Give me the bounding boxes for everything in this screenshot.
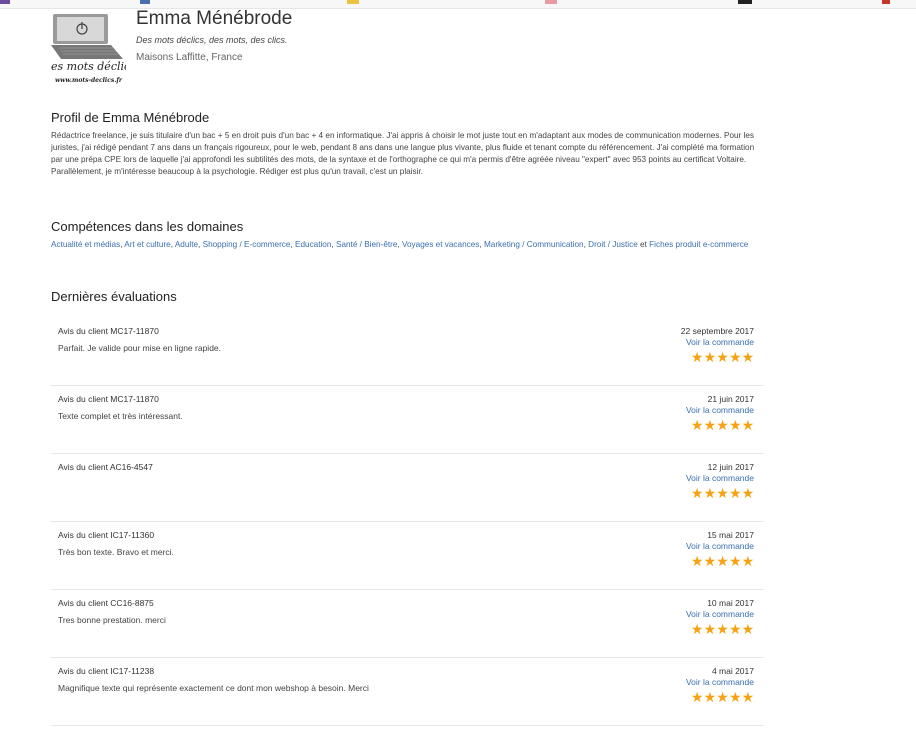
profile-page: es mots déclic www.mots-declics.fr Emma … [51, 8, 764, 726]
star-icon: ★ [703, 553, 717, 569]
review-item: Avis du client IC17-11360 Très bon texte.… [51, 522, 764, 590]
profile-location: Maisons Laffitte, France [136, 52, 243, 63]
star-icon: ★ [690, 417, 704, 433]
skill-link[interactable]: Santé / Bien-être [336, 240, 397, 249]
star-icon: ★ [741, 417, 755, 433]
review-text: Texte complet et très intéressant. [58, 411, 183, 421]
profile-logo[interactable]: es mots déclic www.mots-declics.fr [51, 11, 126, 86]
review-date: 12 juin 2017 [707, 462, 754, 472]
skill-link[interactable]: Adulte [175, 240, 198, 249]
star-icon: ★ [741, 349, 755, 365]
star-icon: ★ [728, 621, 742, 637]
review-date: 10 mai 2017 [707, 598, 754, 608]
star-icon: ★ [728, 417, 742, 433]
review-meta: 12 juin 2017 Voir la commande ★★★★★ [634, 462, 754, 500]
review-item: Avis du client MC17-11870 Texte complet e… [51, 386, 764, 454]
review-meta: 22 septembre 2017 Voir la commande ★★★★★ [634, 326, 754, 364]
profile-tagline: Des mots déclics, des mots, des clics. [136, 35, 288, 45]
review-client: Avis du client AC16-4547 [58, 462, 153, 472]
star-icon: ★ [716, 485, 729, 501]
view-order-link[interactable]: Voir la commande [634, 609, 754, 620]
star-icon: ★ [716, 689, 729, 705]
reviews-list: Avis du client MC17-11870 Parfait. Je val… [51, 318, 764, 726]
review-item: Avis du client AC16-4547 12 juin 2017 Voir… [51, 454, 764, 522]
skill-link[interactable]: Fiches produit e-commerce [649, 240, 748, 249]
view-order-link[interactable]: Voir la commande [634, 541, 754, 552]
skill-link[interactable]: Art et culture [124, 240, 170, 249]
rating-stars: ★★★★★ [634, 486, 754, 500]
skill-link[interactable]: Actualité et médias [51, 240, 120, 249]
rating-stars: ★★★★★ [634, 690, 754, 704]
review-client: Avis du client IC17-11238 [58, 666, 155, 676]
profile-header: es mots déclic www.mots-declics.fr Emma … [51, 8, 764, 90]
review-text: Tres bonne prestation. merci [58, 615, 166, 625]
skill-link[interactable]: Education [295, 240, 331, 249]
section-title-profile: Profil de Emma Ménébrode [51, 110, 210, 125]
star-icon: ★ [728, 553, 742, 569]
logo-image [51, 11, 126, 86]
star-icon: ★ [703, 689, 717, 705]
view-order-link[interactable]: Voir la commande [634, 677, 754, 688]
skill-link[interactable]: Droit / Justice [588, 240, 638, 249]
skill-link[interactable]: Voyages et vacances [402, 240, 479, 249]
review-text: Très bon texte. Bravo et merci. [58, 547, 174, 557]
star-icon: ★ [716, 417, 729, 433]
skill-link[interactable]: Shopping / E-commerce [203, 240, 291, 249]
review-meta: 4 mai 2017 Voir la commande ★★★★★ [634, 666, 754, 704]
star-icon: ★ [716, 621, 729, 637]
review-date: 21 juin 2017 [707, 394, 754, 404]
skills-list: Actualité et médias, Art et culture, Adu… [51, 239, 764, 252]
logo-text: es mots déclic [51, 60, 126, 73]
review-client: Avis du client IC17-11360 [58, 530, 155, 540]
review-meta: 15 mai 2017 Voir la commande ★★★★★ [634, 530, 754, 568]
section-title-skills: Compétences dans les domaines [51, 219, 244, 234]
star-icon: ★ [741, 553, 755, 569]
section-title-reviews: Dernières évaluations [51, 289, 177, 304]
star-icon: ★ [690, 485, 704, 501]
rating-stars: ★★★★★ [634, 622, 754, 636]
star-icon: ★ [728, 349, 742, 365]
star-icon: ★ [690, 349, 704, 365]
review-item: Avis du client IC17-11238 Magnifique text… [51, 658, 764, 726]
star-icon: ★ [703, 417, 717, 433]
view-order-link[interactable]: Voir la commande [634, 405, 754, 416]
star-icon: ★ [716, 349, 729, 365]
rating-stars: ★★★★★ [634, 554, 754, 568]
review-item: Avis du client CC16-8875 Tres bonne prest… [51, 590, 764, 658]
star-icon: ★ [703, 485, 717, 501]
review-meta: 21 juin 2017 Voir la commande ★★★★★ [634, 394, 754, 432]
review-text: Magnifique texte qui représente exacteme… [58, 683, 369, 693]
rating-stars: ★★★★★ [634, 350, 754, 364]
star-icon: ★ [703, 621, 717, 637]
star-icon: ★ [690, 553, 704, 569]
star-icon: ★ [728, 485, 742, 501]
review-date: 4 mai 2017 [711, 666, 754, 676]
review-client: Avis du client CC16-8875 [58, 598, 154, 608]
profile-name: Emma Ménébrode [136, 8, 293, 29]
review-item: Avis du client MC17-11870 Parfait. Je val… [51, 318, 764, 386]
star-icon: ★ [703, 349, 717, 365]
star-icon: ★ [690, 621, 704, 637]
review-text: Parfait. Je valide pour mise en ligne ra… [58, 343, 222, 353]
star-icon: ★ [690, 689, 704, 705]
star-icon: ★ [741, 689, 755, 705]
star-icon: ★ [741, 621, 755, 637]
profile-description: Rédactrice freelance, je suis titulaire … [51, 131, 755, 176]
logo-url: www.mots-declics.fr [55, 77, 123, 84]
review-date: 22 septembre 2017 [680, 326, 754, 336]
review-client: Avis du client MC17-11870 [58, 394, 159, 404]
review-date: 15 mai 2017 [707, 530, 754, 540]
view-order-link[interactable]: Voir la commande [634, 473, 754, 484]
star-icon: ★ [741, 485, 755, 501]
review-client: Avis du client MC17-11870 [58, 326, 159, 336]
rating-stars: ★★★★★ [634, 418, 754, 432]
review-meta: 10 mai 2017 Voir la commande ★★★★★ [634, 598, 754, 636]
skill-separator: et [637, 240, 650, 249]
star-icon: ★ [716, 553, 729, 569]
star-icon: ★ [728, 689, 742, 705]
skill-link[interactable]: Marketing / Communication [484, 240, 584, 249]
view-order-link[interactable]: Voir la commande [634, 337, 754, 348]
